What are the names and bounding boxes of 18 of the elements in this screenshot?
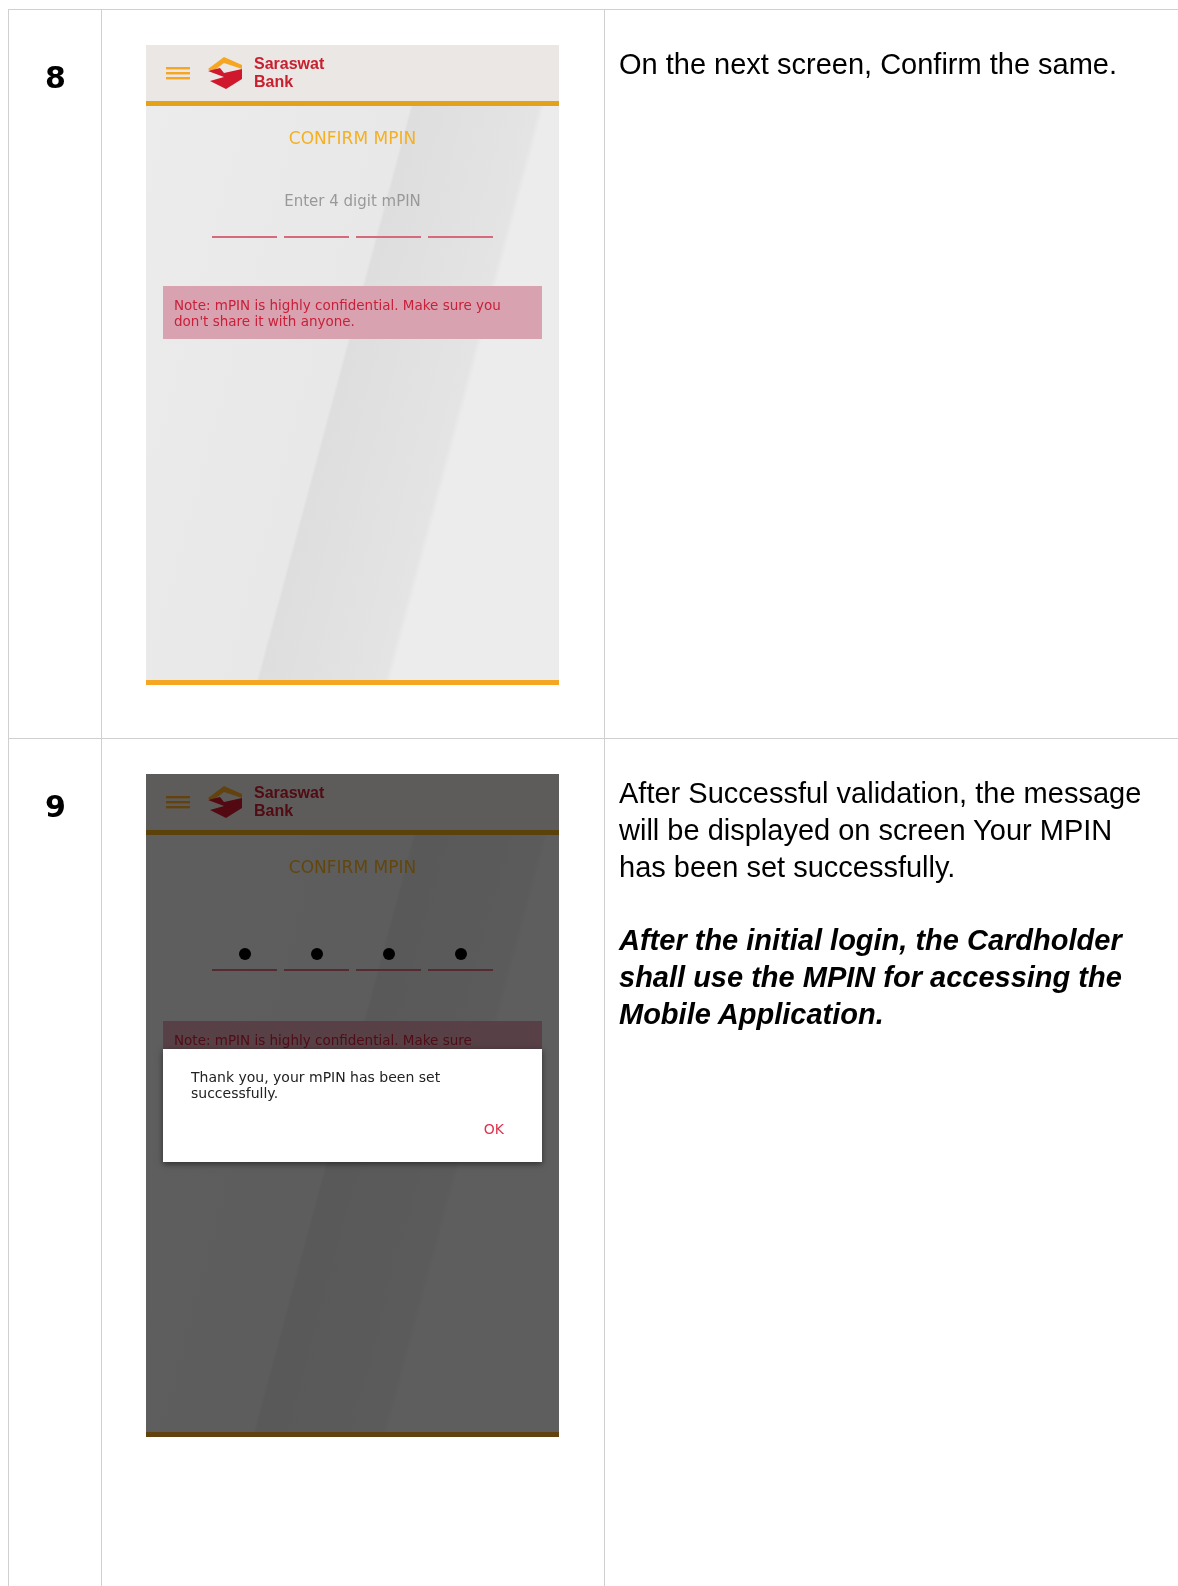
step-number: 8 bbox=[45, 60, 66, 95]
screen-title: CONFIRM MPIN bbox=[288, 128, 417, 148]
screen-title: CONFIRM MPIN bbox=[288, 857, 417, 877]
brand-name: Bank bbox=[254, 802, 295, 820]
ok-button[interactable]: OK bbox=[475, 1119, 512, 1139]
brand-name: Bank bbox=[254, 73, 295, 91]
dialog-message: Thank you, your mPIN has been set successfully. bbox=[191, 1069, 442, 1101]
step-description: After the initial login, the Cardholder shall use the MPIN for accessing the Mobile Application. bbox=[619, 923, 1124, 1032]
note-banner: Note: mPIN is highly confidential. Make sure you don't share it with anyone. bbox=[163, 286, 542, 339]
step-description: On the next screen, Confirm the same. bbox=[619, 47, 1119, 82]
bank-logo-icon bbox=[206, 55, 244, 91]
step-number: 9 bbox=[45, 789, 66, 824]
brand-name: Saraswat bbox=[254, 55, 325, 73]
bank-logo-icon bbox=[206, 784, 244, 820]
menu-icon[interactable] bbox=[166, 64, 190, 82]
step-description: After Successful validation, the message will be displayed on screen Your MPIN has been set successfully. bbox=[619, 776, 1143, 885]
brand-name: Saraswat bbox=[254, 784, 325, 802]
pin-hint: Enter 4 digit mPIN bbox=[284, 192, 421, 210]
